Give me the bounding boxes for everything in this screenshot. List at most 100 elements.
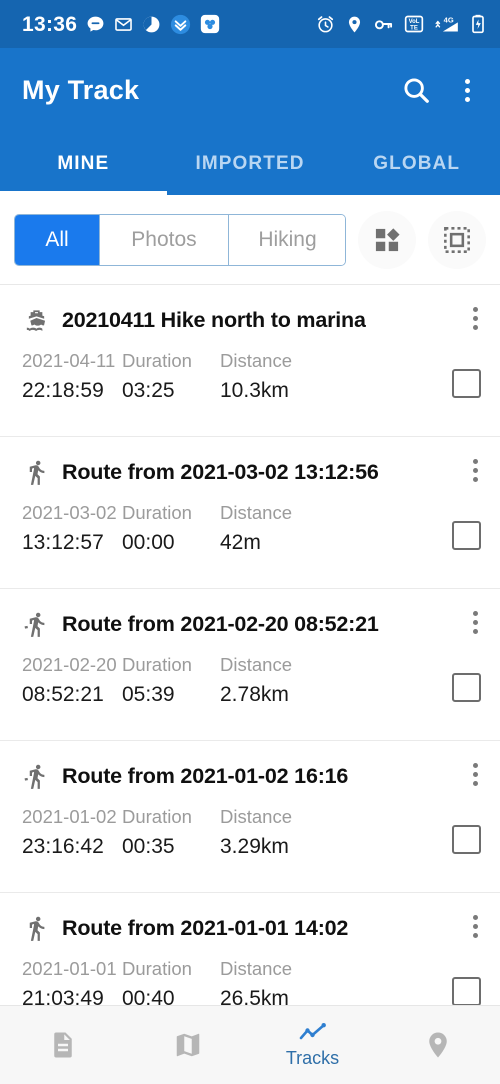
walk-icon — [22, 913, 50, 943]
filter-segmented-control: All Photos Hiking — [14, 213, 346, 266]
track-overflow-icon[interactable] — [473, 307, 478, 330]
track-name: Route from 2021-02-20 08:52:21 — [62, 611, 379, 636]
track-duration-value: 05:39 — [122, 683, 175, 706]
nav-item-places[interactable] — [375, 1006, 500, 1084]
track-name: 20210411 Hike north to marina — [62, 307, 366, 332]
search-icon[interactable] — [401, 75, 431, 105]
walk-icon — [22, 457, 50, 487]
track-duration: Duration 05:39 — [122, 651, 220, 710]
track-checkbox[interactable] — [452, 521, 481, 550]
alarm-icon — [316, 15, 335, 34]
nav-item-tracks[interactable]: Tracks — [250, 1006, 375, 1084]
track-title-line: 20210411 Hike north to marina — [0, 301, 500, 339]
track-duration-value: 00:40 — [122, 987, 175, 1005]
tab-global[interactable]: GLOBAL — [333, 132, 500, 195]
track-distance-value: 42m — [220, 531, 261, 554]
track-duration-label: Duration — [122, 654, 192, 675]
tab-mine-label: MINE — [57, 152, 110, 174]
track-duration-label: Duration — [122, 350, 192, 371]
track-date: 2021-04-11 — [22, 350, 116, 371]
track-duration-value: 03:25 — [122, 379, 175, 402]
track-time: 21:03:49 — [22, 987, 104, 1005]
track-distance-label: Distance — [220, 654, 292, 675]
track-title-line: Route from 2021-03-02 13:12:56 — [0, 453, 500, 491]
status-bar-left: 13:36 — [22, 14, 220, 35]
track-meta: 2021-04-11 22:18:59 Duration 03:25 Dista… — [0, 339, 500, 406]
status-bar: 13:36 VoL TE 4G — [0, 0, 500, 48]
track-distance-label: Distance — [220, 350, 292, 371]
track-duration: Duration 00:35 — [122, 803, 220, 862]
svg-text:VoL: VoL — [409, 19, 420, 25]
filter-chip-hiking[interactable]: Hiking — [228, 214, 345, 265]
track-duration: Duration 03:25 — [122, 347, 220, 406]
track-duration-label: Duration — [122, 502, 192, 523]
track-distance: Distance 3.29km — [220, 803, 360, 862]
tab-bar: MINE IMPORTED GLOBAL — [0, 132, 500, 195]
track-checkbox[interactable] — [452, 369, 481, 398]
svg-text:TE: TE — [410, 25, 418, 31]
track-checkbox[interactable] — [452, 977, 481, 1005]
select-all-icon — [443, 226, 471, 254]
track-duration-label: Duration — [122, 806, 192, 827]
track-overflow-icon[interactable] — [473, 611, 478, 634]
track-datetime: 2021-01-01 21:03:49 — [22, 955, 122, 1005]
track-list-item[interactable]: 20210411 Hike north to marina 2021-04-11… — [0, 285, 500, 437]
select-all-button[interactable] — [428, 210, 486, 269]
track-list-item[interactable]: Route from 2021-01-01 14:02 2021-01-01 2… — [0, 893, 500, 1005]
tab-imported[interactable]: IMPORTED — [167, 132, 334, 195]
track-datetime: 2021-02-20 08:52:21 — [22, 651, 122, 710]
filter-chip-photos[interactable]: Photos — [99, 214, 228, 265]
location-icon — [345, 15, 364, 34]
widgets-button[interactable] — [358, 210, 416, 269]
track-distance-value: 3.29km — [220, 835, 289, 858]
status-bar-right: VoL TE 4G — [316, 14, 486, 34]
filter-chip-all[interactable]: All — [15, 214, 99, 265]
document-icon — [48, 1030, 78, 1060]
tab-imported-label: IMPORTED — [195, 152, 305, 174]
filter-chip-hiking-label: Hiking — [258, 227, 317, 251]
track-meta: 2021-02-20 08:52:21 Duration 05:39 Dista… — [0, 643, 500, 710]
battery-icon — [470, 14, 486, 34]
track-time: 08:52:21 — [22, 683, 104, 706]
track-time: 13:12:57 — [22, 531, 104, 554]
track-time: 22:18:59 — [22, 379, 104, 402]
track-list-item[interactable]: Route from 2021-01-02 16:16 2021-01-02 2… — [0, 741, 500, 893]
filter-bar: All Photos Hiking — [0, 195, 500, 285]
track-date: 2021-03-02 — [22, 502, 117, 523]
track-checkbox[interactable] — [452, 673, 481, 702]
track-duration: Duration 00:00 — [122, 499, 220, 558]
track-datetime: 2021-03-02 13:12:57 — [22, 499, 122, 558]
track-duration: Duration 00:40 — [122, 955, 220, 1005]
track-date: 2021-01-01 — [22, 958, 117, 979]
track-overflow-icon[interactable] — [473, 459, 478, 482]
track-meta: 2021-03-02 13:12:57 Duration 00:00 Dista… — [0, 491, 500, 558]
ferry-icon — [22, 305, 50, 335]
track-distance: Distance 2.78km — [220, 651, 360, 710]
track-title-line: Route from 2021-01-01 14:02 — [0, 909, 500, 947]
track-distance: Distance 42m — [220, 499, 360, 558]
track-list[interactable]: 20210411 Hike north to marina 2021-04-11… — [0, 285, 500, 1005]
track-meta: 2021-01-01 21:03:49 Duration 00:40 Dista… — [0, 947, 500, 1005]
track-distance-label: Distance — [220, 806, 292, 827]
nav-item-documents[interactable] — [0, 1006, 125, 1084]
track-overflow-icon[interactable] — [473, 915, 478, 938]
track-list-item[interactable]: Route from 2021-03-02 13:12:56 2021-03-0… — [0, 437, 500, 589]
track-distance-value: 26.5km — [220, 987, 289, 1005]
tab-mine[interactable]: MINE — [0, 132, 167, 195]
track-checkbox[interactable] — [452, 825, 481, 854]
place-pin-icon — [423, 1030, 453, 1060]
nav-item-map[interactable] — [125, 1006, 250, 1084]
track-list-item[interactable]: Route from 2021-02-20 08:52:21 2021-02-2… — [0, 589, 500, 741]
track-distance-value: 10.3km — [220, 379, 289, 402]
phone-screen: 13:36 VoL TE 4G My Track MINE IMPORTED G… — [0, 0, 500, 1084]
track-meta: 2021-01-02 23:16:42 Duration 00:35 Dista… — [0, 795, 500, 862]
run-icon — [22, 761, 50, 791]
app-bar: My Track — [0, 48, 500, 132]
more-vert-icon[interactable] — [457, 75, 478, 106]
track-duration-value: 00:35 — [122, 835, 175, 858]
status-clock: 13:36 — [22, 12, 78, 36]
track-overflow-icon[interactable] — [473, 763, 478, 786]
page-title: My Track — [22, 74, 140, 105]
run-icon — [22, 609, 50, 639]
filter-chip-photos-label: Photos — [131, 227, 197, 251]
